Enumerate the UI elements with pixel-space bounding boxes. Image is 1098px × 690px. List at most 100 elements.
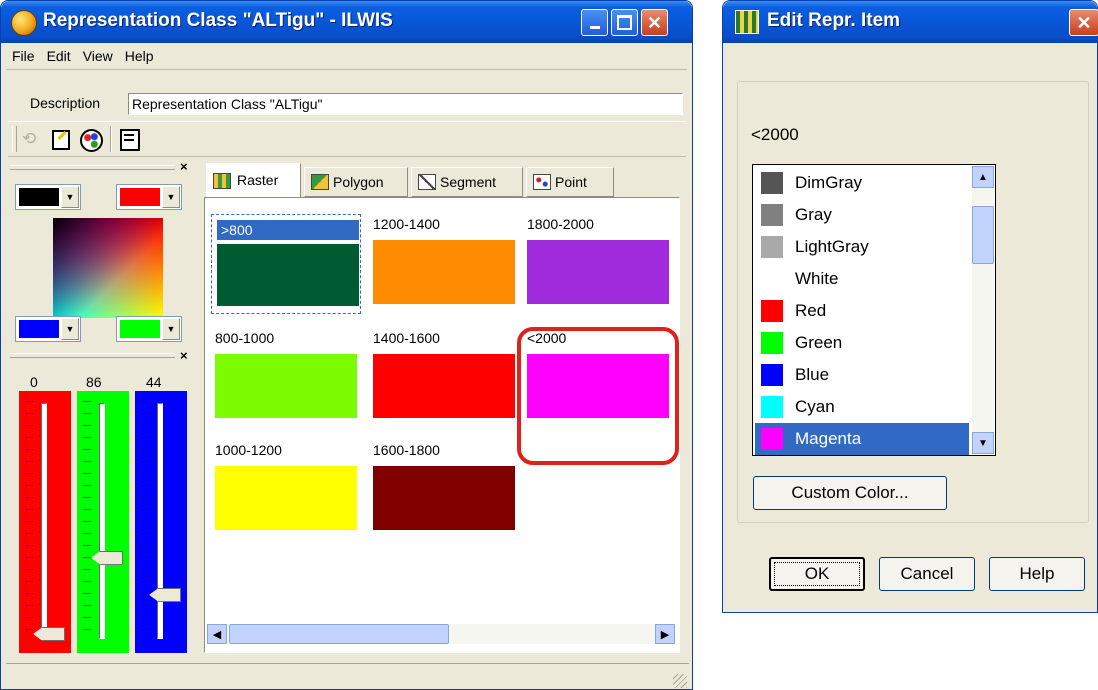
class-label: 800-1000: [215, 330, 275, 346]
red-slider[interactable]: [19, 391, 71, 653]
class-cell[interactable]: 1600-1800: [369, 440, 519, 540]
green-value: 86: [86, 374, 102, 390]
class-cell[interactable]: 1200-1400: [369, 214, 519, 314]
class-cell[interactable]: 1800-2000: [523, 214, 673, 314]
item-label: <2000: [751, 125, 799, 144]
tab-segment-label: Segment: [440, 174, 497, 190]
highlight-ring: [517, 327, 679, 465]
green-slider[interactable]: [77, 391, 129, 653]
panel-grip-bottom: [10, 353, 175, 358]
maximize-button[interactable]: [611, 9, 638, 36]
class-cell[interactable]: 1000-1200: [211, 440, 361, 540]
edit-repr-item-dialog: Edit Repr. Item ✕ <2000 DimGray Gray Light…: [722, 0, 1098, 613]
color-name: Green: [795, 333, 843, 352]
color-swatch-bottom-left: [19, 320, 59, 338]
color-square: [761, 396, 783, 418]
color-swatch-bottom-right: [120, 320, 160, 338]
tab-point-label: Point: [555, 174, 587, 190]
chevron-down-icon: ▼: [162, 318, 180, 340]
color-list-item[interactable]: Red: [755, 295, 969, 327]
color-square: [761, 236, 783, 258]
ok-button[interactable]: OK: [769, 557, 865, 591]
slider-thumb[interactable]: [149, 587, 181, 602]
class-label: 1200-1400: [373, 216, 440, 232]
palette-icon[interactable]: [80, 129, 103, 152]
help-button[interactable]: Help: [989, 557, 1085, 591]
color-list-item[interactable]: Gray: [755, 199, 969, 231]
panel-close-icon[interactable]: ×: [180, 159, 188, 174]
class-label: >800: [217, 220, 359, 240]
dialog-title: Edit Repr. Item: [767, 10, 901, 31]
color-dropdown-top-right[interactable]: ▼: [116, 184, 182, 210]
color-dropdown-top-left[interactable]: ▼: [15, 184, 81, 210]
color-list-item[interactable]: DimGray: [755, 167, 969, 199]
color-square: [761, 428, 783, 450]
red-value: 0: [30, 374, 38, 390]
slider-ticks: [25, 401, 33, 641]
description-input[interactable]: Representation Class "ALTigu": [128, 93, 683, 115]
resize-grip-icon[interactable]: [673, 674, 687, 688]
class-cell[interactable]: 800-1000: [211, 328, 361, 428]
slider-thumb[interactable]: [33, 627, 65, 641]
menu-file[interactable]: File: [12, 48, 35, 64]
edit-icon[interactable]: [52, 130, 70, 150]
color-list-item[interactable]: White: [755, 263, 969, 295]
custom-color-button[interactable]: Custom Color...: [753, 476, 947, 510]
scroll-thumb[interactable]: [972, 206, 994, 264]
dialog-close-button[interactable]: ✕: [1069, 9, 1098, 36]
segment-icon: [418, 174, 436, 190]
point-icon: [533, 174, 551, 190]
tab-segment[interactable]: Segment: [411, 167, 523, 197]
scroll-up-button[interactable]: ▲: [972, 166, 994, 188]
class-cell[interactable]: 1400-1600: [369, 328, 519, 428]
close-button[interactable]: ✕: [641, 9, 668, 36]
slider-track: [157, 403, 163, 639]
color-list[interactable]: DimGray Gray LightGray White Red Green Blue Cya…: [752, 164, 996, 456]
vertical-scrollbar[interactable]: ▲ ▼: [972, 166, 994, 454]
minimize-button[interactable]: [581, 9, 608, 36]
class-color-swatch: [215, 354, 357, 418]
slider-ticks: [83, 401, 91, 641]
status-bar: [6, 663, 689, 690]
blue-slider[interactable]: [135, 391, 187, 653]
menu-edit[interactable]: Edit: [47, 48, 71, 64]
color-dropdown-bottom-right[interactable]: ▼: [116, 316, 182, 342]
toolbar-grip: [12, 126, 17, 152]
tab-raster[interactable]: Raster: [206, 163, 301, 197]
chevron-down-icon: ▼: [61, 318, 79, 340]
color-gradient-square[interactable]: [53, 218, 163, 318]
undo-icon[interactable]: ⟲: [22, 129, 36, 149]
class-label: 1400-1600: [373, 330, 440, 346]
title-bar[interactable]: Representation Class "ALTigu" - ILWIS ✕: [1, 1, 692, 43]
scroll-thumb[interactable]: [229, 624, 449, 644]
color-name: Gray: [795, 205, 832, 224]
slider-ticks: [141, 401, 149, 641]
menu-help[interactable]: Help: [125, 48, 154, 64]
class-color-swatch: [527, 240, 669, 304]
color-list-item[interactable]: LightGray: [755, 231, 969, 263]
color-list-item[interactable]: Green: [755, 327, 969, 359]
class-label: 1800-2000: [527, 216, 594, 232]
cancel-button[interactable]: Cancel: [879, 557, 975, 591]
color-dropdown-bottom-left[interactable]: ▼: [15, 316, 81, 342]
horizontal-scrollbar[interactable]: ◀ ▶: [207, 624, 675, 644]
color-list-item[interactable]: Blue: [755, 359, 969, 391]
scroll-left-button[interactable]: ◀: [207, 624, 227, 644]
color-list-item[interactable]: Magenta: [755, 423, 969, 455]
dialog-title-bar[interactable]: Edit Repr. Item ✕: [723, 1, 1098, 43]
color-list-item[interactable]: Cyan: [755, 391, 969, 423]
scroll-down-button[interactable]: ▼: [972, 432, 994, 454]
slider-thumb[interactable]: [91, 550, 123, 565]
color-square: [761, 204, 783, 226]
class-color-swatch: [217, 244, 359, 306]
panel-close-icon[interactable]: ×: [180, 348, 188, 363]
properties-icon[interactable]: [120, 129, 140, 151]
menu-view[interactable]: View: [83, 48, 113, 64]
tab-point[interactable]: Point: [526, 167, 614, 197]
class-cell[interactable]: >800: [211, 214, 361, 314]
slider-track: [99, 403, 105, 639]
tab-strip: Raster Polygon Segment Point: [206, 161, 686, 197]
class-color-swatch: [373, 466, 515, 530]
tab-polygon[interactable]: Polygon: [304, 167, 408, 197]
scroll-right-button[interactable]: ▶: [655, 624, 675, 644]
